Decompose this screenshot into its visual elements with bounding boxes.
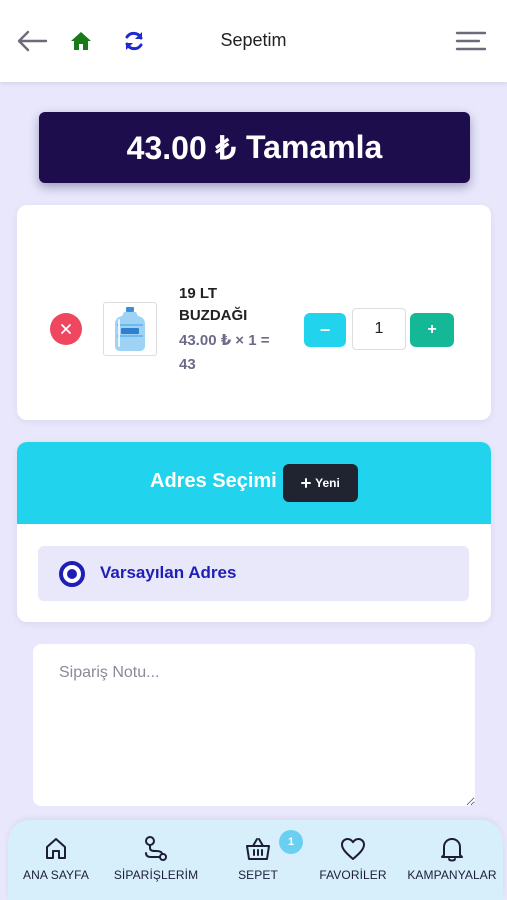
bell-icon	[441, 838, 463, 862]
close-icon	[61, 324, 71, 334]
new-address-label: Yeni	[315, 476, 340, 490]
nav-label-favorites: FAVORİLER	[319, 868, 387, 882]
product-price-line: 43.00 ₺ × 1 = 43	[179, 332, 270, 373]
address-title: Adres Seçimi	[150, 470, 277, 492]
nav-label-cart: SEPET	[238, 868, 278, 882]
top-bar: Sepetim	[0, 0, 507, 82]
nav-label-campaigns: KAMPANYALAR	[407, 868, 497, 882]
hamburger-menu-icon	[455, 31, 487, 51]
quantity-field[interactable]: 1	[352, 308, 406, 350]
quantity-increase-button[interactable]: +	[410, 313, 454, 347]
bottom-navigation: ANA SAYFA SİPARİŞLERİM SEPET 1 FAVORİLER…	[8, 820, 503, 900]
complete-order-button[interactable]: 43.00 ₺ Tamamla	[39, 112, 470, 183]
nav-item-orders[interactable]: SİPARİŞLERİM	[106, 820, 206, 900]
home-outline-icon	[46, 838, 66, 859]
product-name: 19 LT BUZDAĞI	[179, 285, 248, 324]
route-icon	[145, 836, 167, 861]
radio-selected-dot	[67, 569, 77, 579]
address-option-label: Varsayılan Adres	[100, 563, 237, 582]
cart-count-badge: 1	[279, 830, 303, 854]
basket-icon	[246, 838, 270, 860]
order-total: 43.00 ₺	[126, 129, 236, 166]
heart-icon	[341, 838, 365, 860]
address-radio[interactable]	[59, 561, 85, 587]
nav-item-campaigns[interactable]: KAMPANYALAR	[404, 820, 500, 900]
address-card: Adres Seçimi Yeni Varsayılan Adres	[17, 442, 491, 622]
address-option-default[interactable]: Varsayılan Adres	[38, 546, 469, 601]
plus-icon	[301, 478, 312, 488]
order-note-input[interactable]	[33, 644, 475, 806]
nav-label-orders: SİPARİŞLERİM	[113, 868, 199, 882]
page-title: Sepetim	[220, 30, 287, 50]
nav-item-home[interactable]: ANA SAYFA	[16, 820, 96, 900]
menu-button[interactable]	[452, 26, 490, 56]
water-bottle-icon	[115, 307, 145, 351]
quantity-decrease-button[interactable]: −	[304, 313, 346, 347]
complete-label: Tamamla	[245, 129, 383, 165]
new-address-button[interactable]: Yeni	[283, 464, 358, 502]
nav-item-favorites[interactable]: FAVORİLER	[313, 820, 393, 900]
product-image	[103, 302, 157, 356]
cart-page: Sepetim 43.00 ₺ Tamamla 19 LT BUZDAĞI 43…	[0, 0, 507, 900]
nav-label-home: ANA SAYFA	[22, 868, 90, 882]
cart-item-card: 19 LT BUZDAĞI 43.00 ₺ × 1 = 43 − 1 +	[17, 205, 491, 420]
remove-item-button[interactable]	[50, 313, 82, 345]
address-header: Adres Seçimi Yeni	[17, 442, 491, 524]
